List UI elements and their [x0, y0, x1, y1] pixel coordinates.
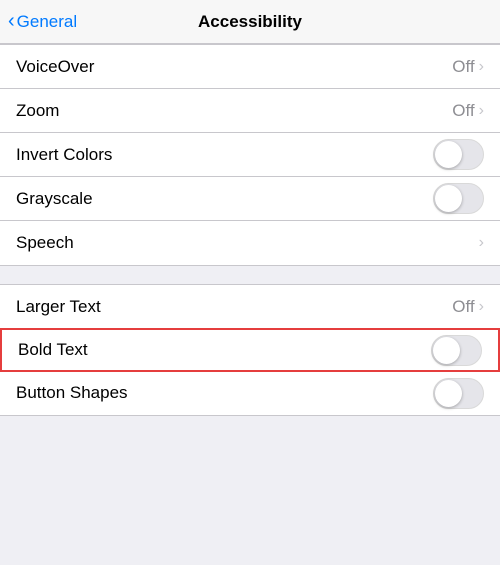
voiceover-row[interactable]: VoiceOver Off ›	[0, 45, 500, 89]
voiceover-value: Off	[452, 57, 474, 77]
voiceover-right: Off ›	[452, 57, 484, 77]
larger-text-chevron-icon: ›	[479, 298, 484, 316]
grayscale-row[interactable]: Grayscale	[0, 177, 500, 221]
bold-text-row[interactable]: Bold Text	[0, 328, 500, 372]
back-label: General	[17, 12, 77, 32]
voiceover-label: VoiceOver	[16, 57, 94, 77]
invert-colors-label: Invert Colors	[16, 145, 112, 165]
bold-text-label: Bold Text	[18, 340, 88, 360]
section-divider	[0, 266, 500, 284]
invert-colors-row[interactable]: Invert Colors	[0, 133, 500, 177]
invert-colors-toggle-thumb	[435, 141, 462, 168]
invert-colors-toggle[interactable]	[433, 139, 484, 170]
zoom-right: Off ›	[452, 101, 484, 121]
larger-text-label: Larger Text	[16, 297, 101, 317]
button-shapes-toggle[interactable]	[433, 378, 484, 409]
section-accessibility-visual: VoiceOver Off › Zoom Off › Invert Colors…	[0, 44, 500, 266]
back-button[interactable]: ‹ General	[8, 12, 77, 32]
section-text-display: Larger Text Off › Bold Text Button Shape…	[0, 284, 500, 416]
speech-chevron-icon: ›	[479, 234, 484, 252]
page-title: Accessibility	[198, 12, 302, 32]
grayscale-toggle[interactable]	[433, 183, 484, 214]
zoom-value: Off	[452, 101, 474, 121]
larger-text-right: Off ›	[452, 297, 484, 317]
voiceover-chevron-icon: ›	[479, 58, 484, 76]
button-shapes-row[interactable]: Button Shapes	[0, 371, 500, 415]
back-chevron-icon: ‹	[8, 11, 15, 31]
navigation-bar: ‹ General Accessibility	[0, 0, 500, 44]
zoom-row[interactable]: Zoom Off ›	[0, 89, 500, 133]
bold-text-toggle-thumb	[433, 337, 460, 364]
speech-label: Speech	[16, 233, 74, 253]
button-shapes-label: Button Shapes	[16, 383, 128, 403]
larger-text-row[interactable]: Larger Text Off ›	[0, 285, 500, 329]
grayscale-toggle-thumb	[435, 185, 462, 212]
larger-text-value: Off	[452, 297, 474, 317]
speech-right: ›	[479, 234, 484, 252]
bold-text-toggle[interactable]	[431, 335, 482, 366]
button-shapes-toggle-thumb	[435, 380, 462, 407]
zoom-chevron-icon: ›	[479, 102, 484, 120]
speech-row[interactable]: Speech ›	[0, 221, 500, 265]
grayscale-label: Grayscale	[16, 189, 93, 209]
zoom-label: Zoom	[16, 101, 59, 121]
